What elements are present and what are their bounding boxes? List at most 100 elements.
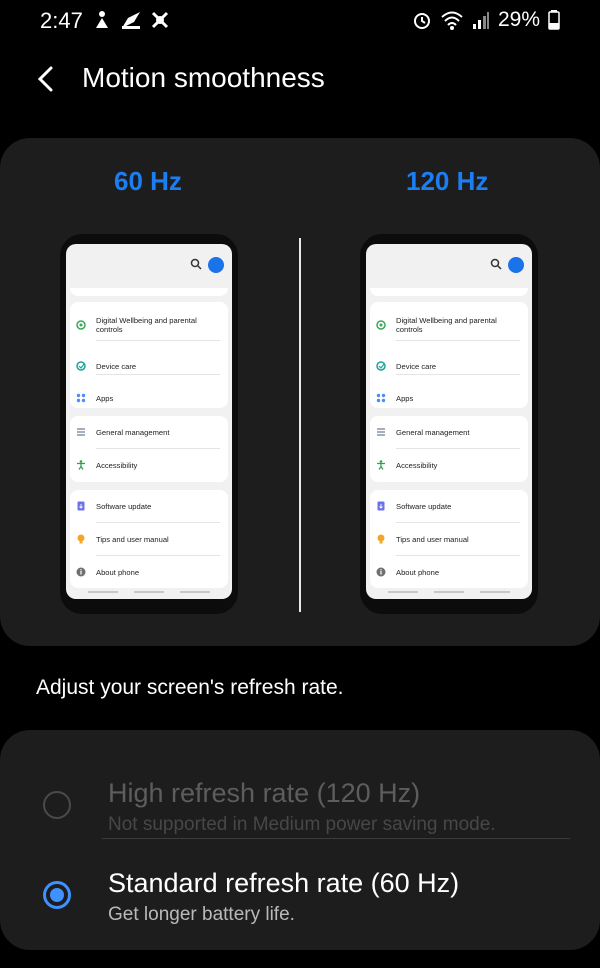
alarm-icon xyxy=(413,13,430,29)
mini-settings-item-label: Accessibility xyxy=(396,460,438,470)
mini-settings-item-label: Apps xyxy=(396,393,414,403)
option-subtitle: Get longer battery life. xyxy=(108,904,295,925)
mini-settings-item-label: General management xyxy=(396,427,470,437)
phone-screen: Digital Wellbeing and parental controls … xyxy=(366,244,532,599)
mini-settings-header xyxy=(366,244,532,284)
mini-settings-separator xyxy=(396,522,520,523)
phone-preview-120hz: Digital Wellbeing and parental controls … xyxy=(360,234,538,614)
general-management-icon xyxy=(377,428,385,436)
mini-settings-item: General management xyxy=(70,416,228,448)
mini-settings-item-label: Digital Wellbeing and parental controls xyxy=(96,316,197,334)
mini-settings-item: Digital Wellbeing and parental controls xyxy=(70,310,228,340)
mini-settings-separator xyxy=(396,448,520,449)
mini-settings-group xyxy=(370,288,528,296)
mini-settings-item: Software update xyxy=(70,490,228,522)
refresh-rate-options: High refresh rate (120 Hz) Not supported… xyxy=(0,730,600,950)
status-time: 2:47 xyxy=(40,8,83,33)
mini-settings-item: Accessibility xyxy=(370,449,528,481)
digital-wellbeing-icon xyxy=(376,320,386,330)
option-high-refresh-rate[interactable]: High refresh rate (120 Hz) Not supported… xyxy=(0,750,600,850)
mini-settings-item: Software update xyxy=(370,490,528,522)
mini-settings-item-label: Software update xyxy=(96,501,152,511)
mini-settings-group xyxy=(70,288,228,296)
mini-settings-item-label: Accessibility xyxy=(96,460,138,470)
software-update-icon xyxy=(377,501,385,511)
mini-settings-item: Accessibility xyxy=(70,449,228,481)
status-bar: 2:47 29% xyxy=(0,0,600,44)
mini-settings-item: About phone xyxy=(70,556,228,588)
general-management-icon xyxy=(77,428,85,436)
mini-settings-item: Apps xyxy=(70,382,228,414)
back-arrow-icon xyxy=(37,66,53,92)
accessibility-icon xyxy=(77,460,85,470)
battery-icon xyxy=(548,10,560,30)
mini-settings-item-label: Device care xyxy=(96,361,137,371)
mini-settings-separator xyxy=(96,522,220,523)
mini-settings-separator xyxy=(96,448,220,449)
mini-settings-item: Tips and user manual xyxy=(70,523,228,555)
radio-selected[interactable] xyxy=(43,881,71,909)
mini-settings-group: Digital Wellbeing and parental controls … xyxy=(70,302,228,408)
search-icon xyxy=(190,258,202,270)
about-phone-icon xyxy=(76,567,86,577)
search-icon xyxy=(490,258,502,270)
device-care-icon xyxy=(76,361,86,371)
mini-settings-group: Software update Tips and user manual Abo… xyxy=(370,490,528,588)
mini-settings-item: Tips and user manual xyxy=(370,523,528,555)
mini-settings-group: Software update Tips and user manual Abo… xyxy=(70,490,228,588)
page-title: Motion smoothness xyxy=(82,62,325,93)
mini-settings-item-label: Tips and user manual xyxy=(396,534,469,544)
mini-settings-separator xyxy=(396,374,520,375)
accessibility-icon xyxy=(377,460,385,470)
mini-settings-separator xyxy=(96,340,220,341)
mini-settings-item-label: Software update xyxy=(396,501,452,511)
option-standard-refresh-rate[interactable]: Standard refresh rate (60 Hz) Get longer… xyxy=(0,850,600,950)
mini-settings-item: General management xyxy=(370,416,528,448)
avatar-icon xyxy=(508,257,524,273)
device-care-icon xyxy=(376,361,386,371)
mini-settings-item: Digital Wellbeing and parental controls xyxy=(370,310,528,340)
radio-unselected[interactable] xyxy=(43,791,71,819)
mini-settings-item: Apps xyxy=(370,382,528,414)
mini-settings-separator xyxy=(396,555,520,556)
mini-settings-item-label: Device care xyxy=(396,361,437,371)
mini-settings-item-label: General management xyxy=(96,427,170,437)
mini-settings-item-label: Tips and user manual xyxy=(96,534,169,544)
description-text: Adjust your screen's refresh rate. xyxy=(36,676,344,699)
mini-settings-separator xyxy=(96,374,220,375)
mini-settings-item-label: Digital Wellbeing and parental controls xyxy=(396,316,497,334)
radio-selected-dot xyxy=(50,888,64,902)
mini-settings-item-label: About phone xyxy=(96,567,140,577)
notification-icons xyxy=(92,10,170,30)
back-button[interactable] xyxy=(30,62,64,96)
mini-settings-group: Digital Wellbeing and parental controls … xyxy=(370,302,528,408)
tips-icon xyxy=(77,534,85,544)
cleaning-notification-icon xyxy=(122,12,140,29)
refresh-rate-preview: 60 Hz 120 Hz Digital Wellbeing and paren… xyxy=(0,138,600,646)
mini-settings-separator xyxy=(396,340,520,341)
mini-settings-separator xyxy=(96,555,220,556)
mini-nav-bar xyxy=(388,591,510,593)
preview-label-120hz: 120 Hz xyxy=(406,166,489,196)
wifi-icon xyxy=(441,11,463,30)
fitness-notification-icon xyxy=(96,11,108,28)
mini-settings-item: Device care xyxy=(370,350,528,382)
battery-percentage: 29% xyxy=(497,8,540,31)
options-divider xyxy=(102,838,570,839)
option-title: Standard refresh rate (60 Hz) xyxy=(108,868,460,898)
antivirus-notification-icon xyxy=(151,11,169,29)
option-title: High refresh rate (120 Hz) xyxy=(108,778,421,808)
mini-settings-item: About phone xyxy=(370,556,528,588)
phone-preview-60hz: Digital Wellbeing and parental controls … xyxy=(60,234,238,614)
preview-label-60hz: 60 Hz xyxy=(114,166,182,196)
mini-settings-item: Device care xyxy=(70,350,228,382)
mini-settings-header xyxy=(66,244,232,284)
mini-nav-bar xyxy=(88,591,210,593)
mini-settings-item-label: About phone xyxy=(396,567,440,577)
apps-icon xyxy=(376,393,386,403)
top-app-bar: Motion smoothness xyxy=(0,52,600,108)
tips-icon xyxy=(377,534,385,544)
preview-divider xyxy=(299,238,301,612)
option-subtitle: Not supported in Medium power saving mod… xyxy=(108,814,496,835)
mini-settings-group: General management Accessibility xyxy=(70,416,228,482)
